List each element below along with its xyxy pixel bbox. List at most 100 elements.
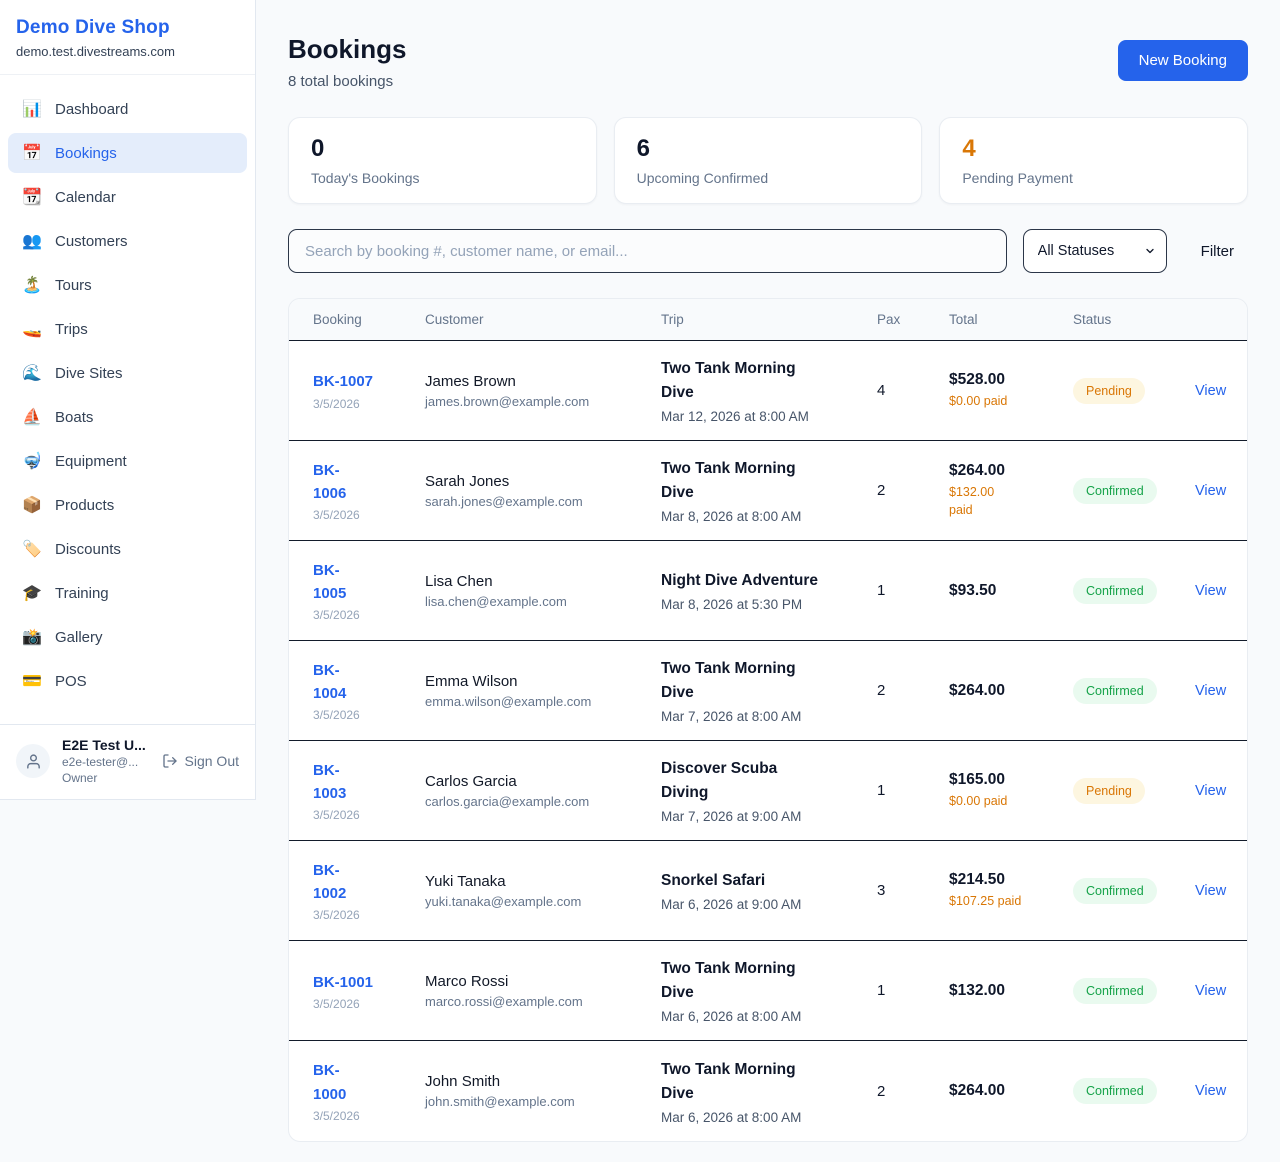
booking-id-link[interactable]: BK- 1000 bbox=[313, 1059, 425, 1106]
total-amount: $264.00 bbox=[949, 682, 1073, 700]
sidebar-item-pos[interactable]: 💳 POS bbox=[8, 661, 247, 701]
bookings-icon: 📅 bbox=[22, 143, 42, 163]
calendar-icon: 📆 bbox=[22, 187, 42, 207]
col-header-booking: Booking bbox=[313, 312, 425, 327]
view-link[interactable]: View bbox=[1195, 983, 1226, 999]
sign-out-button[interactable]: Sign Out bbox=[162, 753, 239, 769]
total-amount: $93.50 bbox=[949, 582, 1073, 600]
sidebar-item-equipment[interactable]: 🤿 Equipment bbox=[8, 441, 247, 481]
customer-email: carlos.garcia@example.com bbox=[425, 794, 661, 809]
booking-cell: BK- 1004 3/5/2026 bbox=[313, 659, 425, 723]
booking-cell: BK- 1006 3/5/2026 bbox=[313, 459, 425, 523]
sidebar-item-label: Tours bbox=[55, 277, 92, 294]
trip-cell: Two Tank Morning Dive Mar 6, 2026 at 8:0… bbox=[661, 957, 877, 1024]
sign-out-label: Sign Out bbox=[185, 753, 239, 769]
sidebar-item-dive-sites[interactable]: 🌊 Dive Sites bbox=[8, 353, 247, 393]
booking-id-link[interactable]: BK- 1005 bbox=[313, 559, 425, 606]
trip-name: Snorkel Safari bbox=[661, 869, 877, 893]
view-link[interactable]: View bbox=[1195, 783, 1226, 799]
col-header-pax: Pax bbox=[877, 312, 949, 327]
sidebar-item-tours[interactable]: 🏝️ Tours bbox=[8, 265, 247, 305]
trip-name: Two Tank Morning Dive bbox=[661, 1058, 877, 1106]
sidebar-item-training[interactable]: 🎓 Training bbox=[8, 573, 247, 613]
sidebar-item-label: Trips bbox=[55, 321, 88, 338]
user-section: E2E Test U... e2e-tester@... Owner Sign … bbox=[0, 724, 255, 799]
total-cell: $264.00 bbox=[949, 1082, 1073, 1100]
stat-card-upcoming-confirmed: 6 Upcoming Confirmed bbox=[614, 117, 923, 204]
sidebar-item-calendar[interactable]: 📆 Calendar bbox=[8, 177, 247, 217]
booking-id-link[interactable]: BK- 1006 bbox=[313, 459, 425, 506]
booking-id-link[interactable]: BK- 1004 bbox=[313, 659, 425, 706]
pax-value: 2 bbox=[877, 1083, 949, 1100]
table-body: BK-1007 3/5/2026 James Brown james.brown… bbox=[289, 341, 1247, 1141]
filter-button[interactable]: Filter bbox=[1187, 233, 1248, 270]
booking-cell: BK- 1003 3/5/2026 bbox=[313, 759, 425, 823]
trip-cell: Snorkel Safari Mar 6, 2026 at 9:00 AM bbox=[661, 869, 877, 912]
training-icon: 🎓 bbox=[22, 583, 42, 603]
view-link[interactable]: View bbox=[1195, 383, 1226, 399]
table-row: BK- 1004 3/5/2026 Emma Wilson emma.wilso… bbox=[289, 641, 1247, 741]
page-header: Bookings 8 total bookings New Booking bbox=[288, 34, 1248, 90]
customer-cell: John Smith john.smith@example.com bbox=[425, 1073, 661, 1109]
customer-cell: Carlos Garcia carlos.garcia@example.com bbox=[425, 773, 661, 809]
table-row: BK-1007 3/5/2026 James Brown james.brown… bbox=[289, 341, 1247, 441]
sidebar-item-label: Boats bbox=[55, 409, 93, 426]
view-link[interactable]: View bbox=[1195, 683, 1226, 699]
view-link[interactable]: View bbox=[1195, 883, 1226, 899]
user-role: Owner bbox=[62, 771, 146, 785]
customer-name: James Brown bbox=[425, 373, 661, 390]
view-link[interactable]: View bbox=[1195, 1083, 1226, 1099]
customer-cell: Marco Rossi marco.rossi@example.com bbox=[425, 973, 661, 1009]
booking-id-link[interactable]: BK-1007 bbox=[313, 370, 425, 393]
pax-value: 2 bbox=[877, 482, 949, 499]
table-row: BK- 1000 3/5/2026 John Smith john.smith@… bbox=[289, 1041, 1247, 1141]
pax-value: 1 bbox=[877, 582, 949, 599]
booking-cell: BK- 1000 3/5/2026 bbox=[313, 1059, 425, 1123]
sidebar-item-dashboard[interactable]: 📊 Dashboard bbox=[8, 89, 247, 129]
total-cell: $132.00 bbox=[949, 982, 1073, 1000]
customer-name: Carlos Garcia bbox=[425, 773, 661, 790]
booking-id-link[interactable]: BK- 1003 bbox=[313, 759, 425, 806]
view-link[interactable]: View bbox=[1195, 583, 1226, 599]
sidebar-item-customers[interactable]: 👥 Customers bbox=[8, 221, 247, 261]
new-booking-button[interactable]: New Booking bbox=[1118, 40, 1248, 81]
pax-value: 3 bbox=[877, 882, 949, 899]
sidebar-item-label: Customers bbox=[55, 233, 128, 250]
status-cell: Pending bbox=[1073, 378, 1195, 404]
trip-datetime: Mar 6, 2026 at 8:00 AM bbox=[661, 1009, 877, 1024]
sidebar-item-bookings[interactable]: 📅 Bookings bbox=[8, 133, 247, 173]
trip-cell: Two Tank Morning Dive Mar 7, 2026 at 8:0… bbox=[661, 657, 877, 724]
user-name: E2E Test U... bbox=[62, 737, 146, 753]
status-select[interactable]: All Statuses bbox=[1023, 229, 1167, 273]
paid-amount: $0.00 paid bbox=[949, 793, 1073, 811]
status-badge: Confirmed bbox=[1073, 1078, 1157, 1104]
stats-row: 0 Today's Bookings 6 Upcoming Confirmed … bbox=[288, 117, 1248, 204]
customer-email: sarah.jones@example.com bbox=[425, 494, 661, 509]
sidebar-item-gallery[interactable]: 📸 Gallery bbox=[8, 617, 247, 657]
booking-id-link[interactable]: BK- 1002 bbox=[313, 859, 425, 906]
status-cell: Pending bbox=[1073, 778, 1195, 804]
sidebar-item-discounts[interactable]: 🏷️ Discounts bbox=[8, 529, 247, 569]
booking-cell: BK-1001 3/5/2026 bbox=[313, 971, 425, 1011]
booking-cell: BK- 1002 3/5/2026 bbox=[313, 859, 425, 923]
booking-date: 3/5/2026 bbox=[313, 908, 425, 922]
sidebar-item-products[interactable]: 📦 Products bbox=[8, 485, 247, 525]
discounts-icon: 🏷️ bbox=[22, 539, 42, 559]
sidebar-item-trips[interactable]: 🚤 Trips bbox=[8, 309, 247, 349]
sign-out-icon bbox=[162, 753, 178, 769]
status-badge: Confirmed bbox=[1073, 578, 1157, 604]
avatar bbox=[16, 744, 50, 778]
search-input[interactable] bbox=[288, 229, 1007, 273]
sidebar-item-label: POS bbox=[55, 673, 87, 690]
booking-date: 3/5/2026 bbox=[313, 997, 425, 1011]
view-link[interactable]: View bbox=[1195, 483, 1226, 499]
booking-id-link[interactable]: BK-1001 bbox=[313, 971, 425, 994]
sidebar-item-boats[interactable]: ⛵ Boats bbox=[8, 397, 247, 437]
customer-name: Yuki Tanaka bbox=[425, 873, 661, 890]
customer-email: yuki.tanaka@example.com bbox=[425, 894, 661, 909]
dive-sites-icon: 🌊 bbox=[22, 363, 42, 383]
pax-value: 1 bbox=[877, 782, 949, 799]
customers-icon: 👥 bbox=[22, 231, 42, 251]
tours-icon: 🏝️ bbox=[22, 275, 42, 295]
booking-date: 3/5/2026 bbox=[313, 508, 425, 522]
